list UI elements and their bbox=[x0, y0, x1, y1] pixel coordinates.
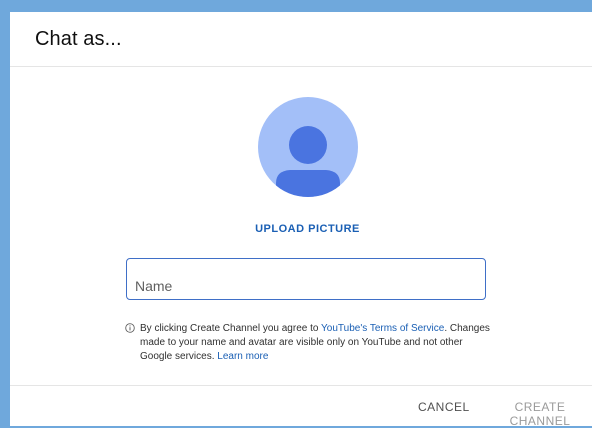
terms-notice: By clicking Create Channel you agree to … bbox=[125, 322, 495, 364]
terms-of-service-link[interactable]: YouTube's Terms of Service bbox=[321, 323, 444, 334]
learn-more-link[interactable]: Learn more bbox=[217, 351, 268, 362]
footer-divider bbox=[10, 385, 592, 386]
dialog-title: Chat as... bbox=[35, 28, 122, 50]
chat-as-dialog: Chat as... UPLOAD PICTURE By clicking Cr… bbox=[10, 12, 592, 428]
dialog-header: Chat as... bbox=[10, 12, 592, 67]
name-input[interactable] bbox=[127, 259, 485, 299]
screen-frame: Chat as... UPLOAD PICTURE By clicking Cr… bbox=[0, 0, 592, 428]
terms-text-before: By clicking Create Channel you agree to bbox=[140, 323, 322, 334]
create-channel-button[interactable]: CREATE CHANNEL bbox=[488, 400, 592, 428]
terms-notice-text: By clicking Create Channel you agree to … bbox=[125, 322, 495, 364]
info-icon bbox=[125, 323, 135, 333]
person-icon bbox=[276, 126, 340, 197]
cancel-button[interactable]: CANCEL bbox=[418, 400, 470, 414]
avatar[interactable] bbox=[258, 97, 358, 197]
name-field[interactable] bbox=[126, 258, 486, 300]
upload-picture-button[interactable]: UPLOAD PICTURE bbox=[10, 223, 592, 235]
